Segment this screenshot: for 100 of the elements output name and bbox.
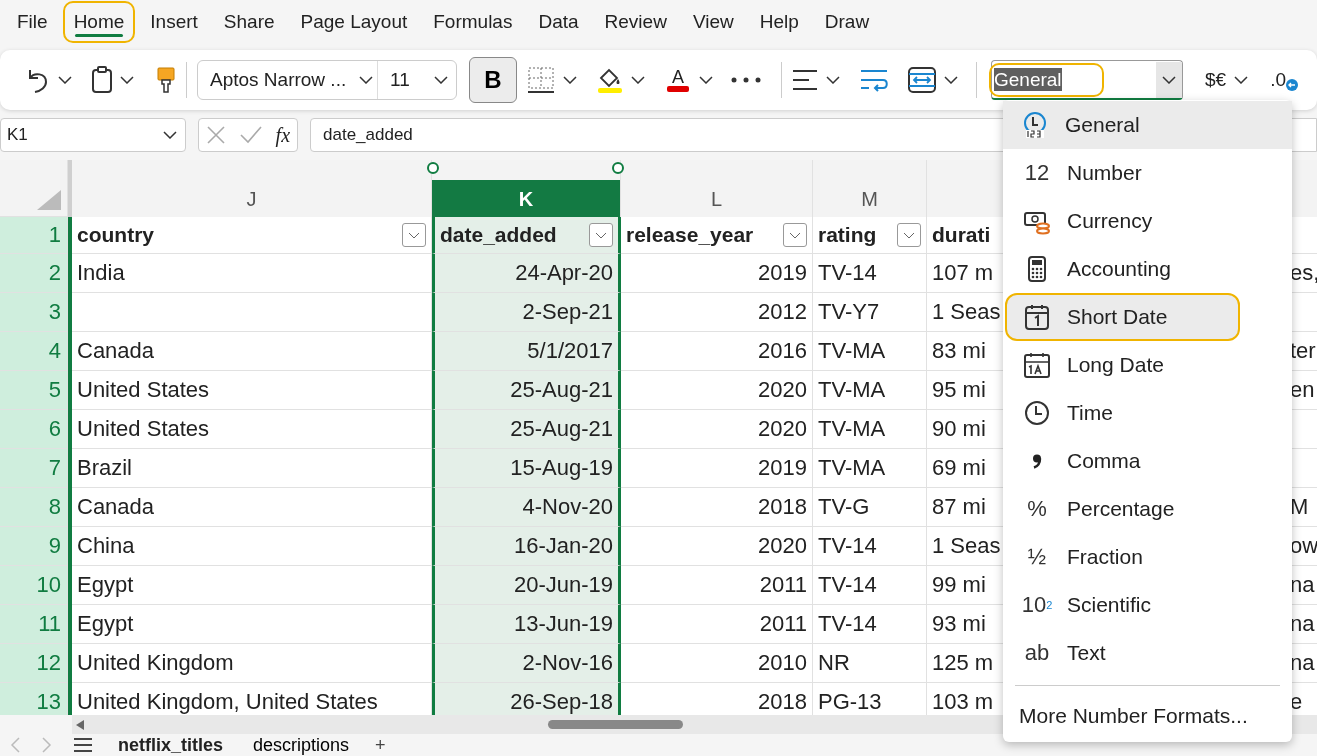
caret-icon[interactable] [58,76,72,84]
menu-tab[interactable]: Data [527,1,590,43]
insert-function-button[interactable]: fx [275,123,291,147]
header-cell: date_added [440,223,557,247]
menu-item[interactable]: General [1003,101,1292,149]
paintbrush-icon[interactable] [156,66,176,94]
currency-button[interactable]: $€ [1205,69,1227,91]
menu-icon[interactable] [74,738,92,752]
row-header[interactable]: 1 [0,217,68,254]
caret-icon[interactable] [359,76,373,84]
clock-icon [1023,399,1051,427]
menu-tab[interactable]: View [681,1,745,43]
merge-icon[interactable] [908,67,936,93]
fill-color-icon[interactable] [597,66,623,94]
table-cell: Egypt [72,605,432,644]
filter-button[interactable] [783,223,807,247]
caret-icon[interactable] [408,231,420,239]
caret-icon[interactable] [434,76,448,84]
header-cell: release_year [626,223,754,247]
caret-icon[interactable] [563,76,577,84]
filter-button[interactable] [897,223,921,247]
sheet-tab[interactable]: descriptions [249,734,354,756]
font-name-dropdown[interactable]: Aptos Narrow ... [198,61,378,99]
table-cell: 5/1/2017 [432,332,621,371]
bold-button[interactable]: B [469,57,517,103]
menu-tab[interactable]: Home [62,1,136,43]
column-header[interactable]: L [621,160,813,217]
table-cell: 2012 [621,293,813,332]
table-cell: 25-Aug-21 [432,410,621,449]
row-header[interactable]: 13 [0,683,68,715]
caret-icon[interactable] [120,76,134,84]
menu-tab[interactable]: File [6,1,59,43]
caret-icon[interactable] [826,76,840,84]
row-header[interactable]: 4 [0,332,68,371]
number-format-dropdown[interactable]: General [991,60,1183,100]
align-icon[interactable] [792,69,818,91]
column-header[interactable]: M [813,160,927,217]
number-format-value[interactable]: General [989,62,1104,97]
wrap-text-icon[interactable] [860,68,888,92]
table-cell: TV-MA [813,449,927,488]
filter-button[interactable] [402,223,426,247]
row-header[interactable]: 3 [0,293,68,332]
table-cell: NR [813,644,927,683]
table-cell: TV-MA [813,332,927,371]
menu-tab[interactable]: Share [212,1,286,43]
row-header[interactable]: 2 [0,254,68,293]
clipboard-icon[interactable] [92,66,112,94]
row-header[interactable]: 5 [0,371,68,410]
table-cell: United States [72,410,432,449]
table-cell: 2010 [621,644,813,683]
add-sheet-button[interactable]: + [375,734,386,756]
menu-tab[interactable]: Review [593,1,678,43]
column-header[interactable]: K [432,160,621,217]
borders-icon[interactable] [527,66,555,94]
menu-tab[interactable]: Help [748,1,810,43]
more-icon[interactable] [731,77,761,83]
row-header[interactable]: 7 [0,449,68,488]
caret-icon[interactable] [789,231,801,239]
scroll-left-icon[interactable] [76,719,84,730]
row-header[interactable]: 11 [0,605,68,644]
row-header[interactable]: 9 [0,527,68,566]
row-header[interactable]: 12 [0,644,68,683]
header-cell: rating [818,223,877,247]
check-icon[interactable] [239,126,262,144]
menu-tab[interactable]: Insert [139,1,209,43]
table-cell: 2020 [621,527,813,566]
menu-item[interactable]: Currency [1005,197,1290,245]
table-cell: 2011 [621,566,813,605]
decrease-decimal-button[interactable]: .0 [1270,69,1298,91]
filter-button[interactable] [589,223,613,247]
row-header[interactable]: 10 [0,566,68,605]
font-size-dropdown[interactable]: 11 [378,69,456,91]
caret-icon[interactable] [1162,75,1176,84]
menu-item[interactable]: More Number Formats... [1003,696,1292,736]
dropdown-button[interactable] [1156,61,1182,98]
caret-icon[interactable] [631,76,645,84]
row-header[interactable]: 8 [0,488,68,527]
table-cell: Brazil [72,449,432,488]
header-cell: durati [932,223,991,247]
menu-tab[interactable]: Draw [813,1,881,43]
name-box[interactable]: K1 [0,118,186,152]
sheet-tab[interactable]: netflix_titles [114,734,228,756]
menu-item[interactable]: 12 Number [1005,149,1290,197]
column-header[interactable]: J [72,160,432,217]
table-cell: TV-14 [813,254,927,293]
row-header[interactable]: 6 [0,410,68,449]
caret-icon[interactable] [699,76,713,84]
menu-tab[interactable]: Page Layout [289,1,419,43]
caret-icon[interactable] [903,231,915,239]
table-cell: 25-Aug-21 [432,371,621,410]
menu-item[interactable]: Short Date [1005,293,1240,341]
caret-icon[interactable] [595,231,607,239]
table-cell: 20-Jun-19 [432,566,621,605]
table-cell: India [72,254,432,293]
caret-icon[interactable] [1234,76,1249,84]
clock-icon [1021,111,1049,139]
menu-tab[interactable]: Formulas [422,1,524,43]
caret-icon[interactable] [944,76,958,84]
caret-icon[interactable] [163,131,177,139]
table-cell: United States [72,371,432,410]
